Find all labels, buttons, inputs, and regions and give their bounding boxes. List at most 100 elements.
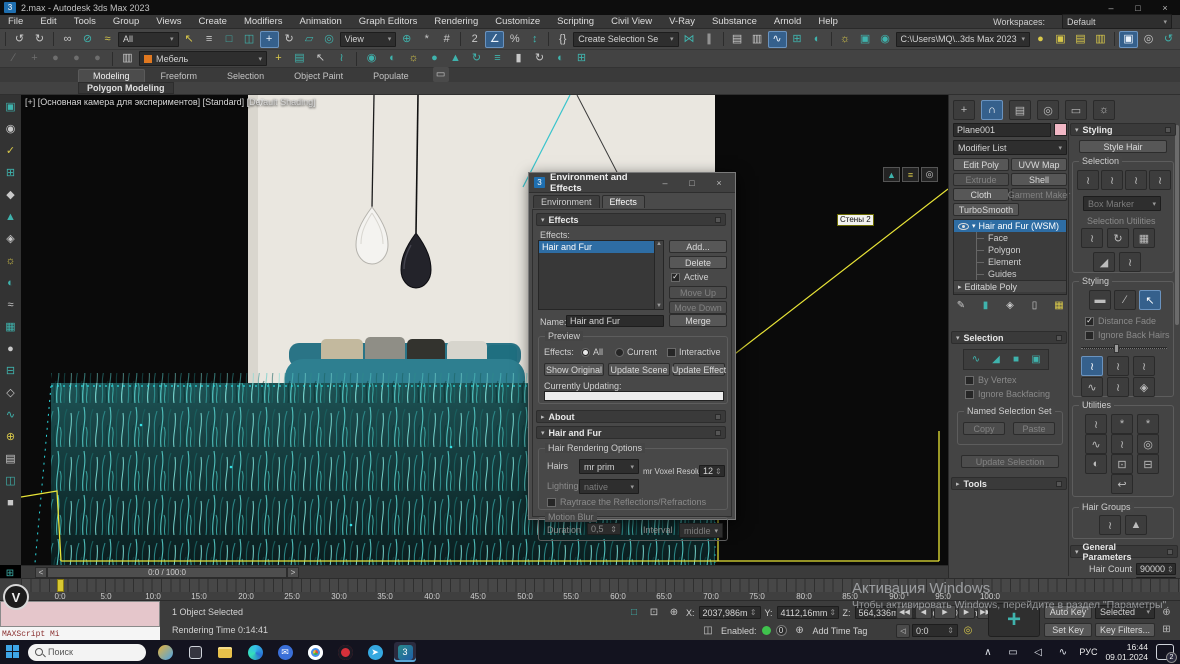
filter-funnel-icon[interactable]: ▽ — [257, 97, 264, 108]
add-effect-button[interactable]: Add... — [669, 240, 727, 253]
undo-icon[interactable]: ↺ — [10, 31, 29, 48]
y-coordinate-field[interactable]: 4112,16mm — [777, 606, 839, 619]
show-original-button[interactable]: Show Original — [544, 363, 604, 376]
set-key-toggle-button[interactable]: + — [988, 603, 1040, 637]
vray-toolbar-icon[interactable]: ◐ — [2, 273, 20, 293]
minimize-window-icon[interactable]: – — [1100, 1, 1122, 14]
vray-toolbar-icon[interactable]: ⊕ — [2, 427, 20, 447]
track-ruler[interactable] — [21, 579, 1180, 592]
add-time-tag-label[interactable]: Add Time Tag — [813, 626, 868, 636]
vray-toolbar-icon[interactable]: ▲ — [2, 207, 20, 227]
vray-toolbar-icon[interactable]: ⊟ — [2, 361, 20, 381]
select-hair-ends-icon[interactable]: ≀ — [1101, 170, 1123, 190]
render-preset-icon[interactable]: ● — [1031, 31, 1050, 48]
cloth-button[interactable]: Cloth — [953, 188, 1009, 201]
time-slider-handle[interactable]: 0:0 / 100:0 — [47, 567, 287, 578]
create-tab-icon[interactable]: + — [953, 100, 975, 120]
display-tab-icon[interactable]: ▭ — [1065, 100, 1087, 120]
workspaces-dropdown[interactable]: Default — [1062, 14, 1172, 29]
voxel-resolution-field[interactable]: 12 — [699, 465, 725, 477]
turbosmooth-button[interactable]: TurboSmooth — [953, 203, 1019, 216]
edit-poly-button[interactable]: Edit Poly — [953, 158, 1009, 171]
select-and-place-icon[interactable]: ◎ — [320, 31, 339, 48]
render-setup-icon[interactable]: ☼ — [836, 31, 855, 48]
hide-selected-icon[interactable]: ◢ — [1093, 252, 1115, 272]
duration-field[interactable]: 0,5 — [587, 523, 621, 535]
mail-icon[interactable]: ✉ — [274, 642, 296, 662]
array-icon[interactable]: ⊞ — [572, 50, 591, 67]
tray-chevron-icon[interactable]: ∧ — [979, 645, 996, 660]
unlink-selection-icon[interactable]: ⊘ — [78, 31, 97, 48]
vray-toolbar-icon[interactable]: ◆ — [2, 185, 20, 205]
vray-toolbar-icon[interactable]: ◈ — [2, 229, 20, 249]
render-queue-icon[interactable]: ▥ — [1091, 31, 1110, 48]
vray-toolbar-icon[interactable]: ◇ — [2, 383, 20, 403]
update-selection-button[interactable]: Update Selection — [961, 455, 1059, 468]
menu-views[interactable]: Views — [156, 16, 181, 27]
vray-toolbar-icon[interactable]: ▦ — [2, 317, 20, 337]
edge-icon[interactable] — [244, 642, 266, 662]
task-view-icon[interactable] — [184, 642, 206, 662]
make-group-icon[interactable]: ≀ — [1099, 515, 1121, 535]
toggle-collisions-icon[interactable]: ◎ — [1137, 434, 1159, 454]
effect-item-hair-and-fur[interactable]: Hair and Fur — [539, 241, 663, 253]
clone-icon[interactable]: ◐ — [551, 50, 570, 67]
menu-create[interactable]: Create — [198, 16, 227, 27]
go-to-start-icon[interactable]: ◀◀ — [896, 605, 913, 619]
prev-frame-icon[interactable]: < — [35, 567, 47, 578]
shell-button[interactable]: Shell — [1011, 173, 1067, 186]
dialog-maximize-icon[interactable]: □ — [681, 176, 703, 189]
ribbon-tab-object-paint[interactable]: Object Paint — [280, 70, 357, 82]
opera-icon[interactable] — [334, 642, 356, 662]
tab-effects[interactable]: Effects — [602, 195, 645, 208]
3dsmax-taskbar-icon[interactable]: 3 — [394, 642, 416, 662]
x-coordinate-field[interactable]: 2037,986m — [699, 606, 761, 619]
brush-up-icon[interactable]: ≀ — [1107, 356, 1129, 376]
key-filters-button[interactable]: Key Filters... — [1095, 623, 1155, 637]
select-guides-icon[interactable]: ∿ — [968, 352, 984, 367]
taskbar-clock[interactable]: 16:44 09.01.2024 — [1105, 642, 1148, 662]
ribbon-tab-populate[interactable]: Populate — [359, 70, 423, 82]
ribbon-tab-selection[interactable]: Selection — [213, 70, 278, 82]
key-step-icon[interactable]: ◁ — [896, 624, 910, 638]
select-face-icon[interactable]: ◢ — [988, 352, 1004, 367]
select-in-layer-icon[interactable]: ↖ — [311, 50, 330, 67]
move-down-button[interactable]: Move Down — [669, 301, 727, 314]
ignore-backfacing-checkbox[interactable] — [965, 390, 974, 399]
menu-vray[interactable]: V-Ray — [669, 16, 695, 27]
select-by-name-icon[interactable]: ≡ — [200, 31, 219, 48]
create-foliage-icon[interactable]: ▲ — [446, 50, 465, 67]
merge-button[interactable]: Merge — [669, 314, 727, 327]
ring-tool-icon[interactable]: ↻ — [530, 50, 549, 67]
brush-down-icon[interactable]: ≀ — [1133, 356, 1155, 376]
previous-frame-icon[interactable]: ◀ — [915, 605, 932, 619]
detach-group-icon[interactable]: ▲ — [1125, 515, 1147, 535]
pop-selected-icon[interactable]: * — [1111, 414, 1133, 434]
effects-list-scrollbar[interactable]: ▲▼ — [654, 241, 663, 309]
expand-selection-icon[interactable]: ▦ — [1133, 228, 1155, 248]
rectangular-selection-icon[interactable]: □ — [220, 31, 239, 48]
by-vertex-checkbox[interactable] — [965, 376, 974, 385]
vray-toolbar-icon[interactable]: ● — [2, 339, 20, 359]
selection-filter-dropdown[interactable]: All — [118, 32, 179, 47]
hair-cut-icon[interactable]: ∕ — [1114, 290, 1136, 310]
redo-icon[interactable]: ↻ — [30, 31, 49, 48]
use-pivot-center-icon[interactable]: ⊕ — [397, 31, 416, 48]
show-hidden-icon[interactable]: ≀ — [1119, 252, 1141, 272]
box-marker-dropdown[interactable]: Box Marker — [1083, 196, 1161, 211]
current-frame-field[interactable]: 0:0 — [912, 624, 958, 637]
taskbar-search-input[interactable]: Поиск — [28, 644, 146, 661]
select-object-icon[interactable]: ↖ — [180, 31, 199, 48]
hierarchy-tab-icon[interactable]: ▤ — [1009, 100, 1031, 120]
explorer-icon[interactable] — [214, 642, 236, 662]
ribbon-minimize-icon[interactable]: ▭ — [433, 67, 449, 82]
menu-substance[interactable]: Substance — [712, 16, 757, 27]
pop-zero-icon[interactable]: * — [1137, 414, 1159, 434]
track-bar[interactable]: 0:0 5:0 10:0 15:0 20:0 25:0 30:0 35:0 40… — [0, 578, 1180, 600]
vray-toolbar-icon[interactable]: ▤ — [2, 449, 20, 469]
widgets-icon[interactable] — [154, 642, 176, 662]
language-indicator[interactable]: РУС — [1079, 647, 1097, 657]
viewport-label[interactable]: [+] [Основная камера для экспериментов] … — [25, 97, 316, 107]
time-tag-icon[interactable]: ◫ — [700, 623, 716, 638]
select-whole-strand-icon[interactable]: ≀ — [1125, 170, 1147, 190]
